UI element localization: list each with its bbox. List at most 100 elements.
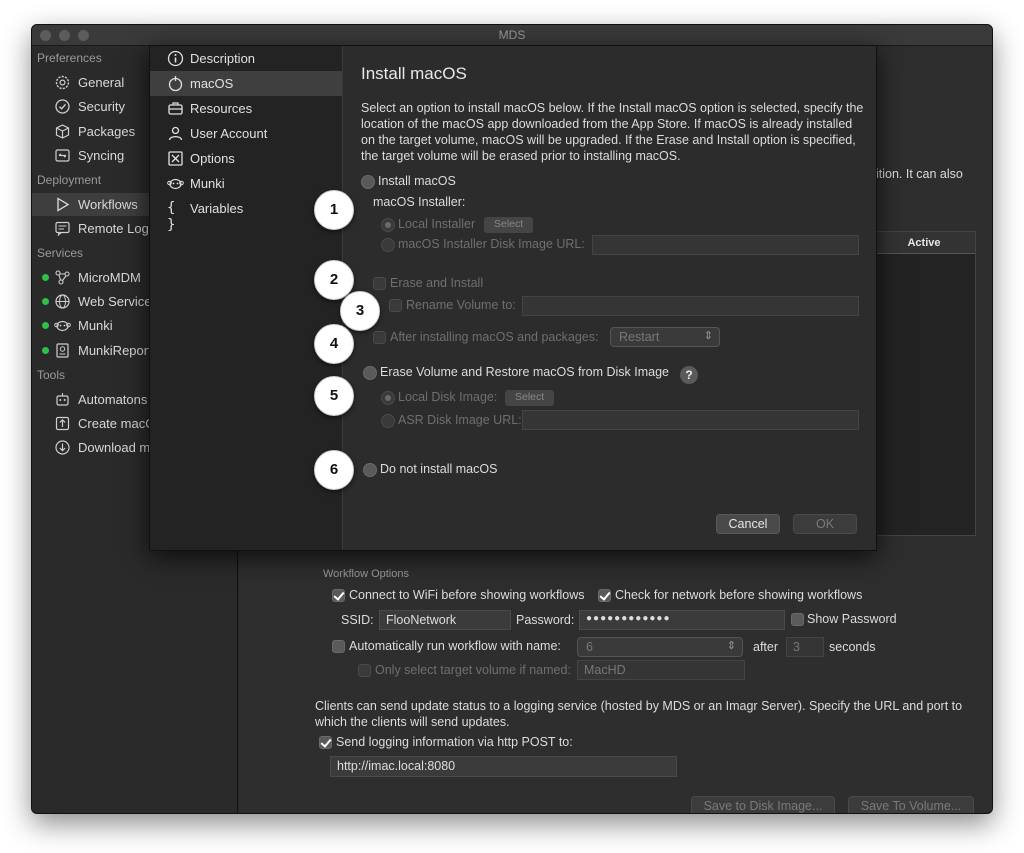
nav-item-description[interactable]: Description [150, 46, 342, 71]
updown-chevron-icon: ⇕ [726, 640, 736, 652]
connect-wifi-label: Connect to WiFi before showing workflows [349, 588, 585, 602]
ssid-field[interactable]: FlooNetwork [379, 610, 511, 630]
globe-icon [55, 294, 70, 309]
logging-url-field[interactable]: http://imac.local:8080 [330, 756, 677, 777]
workflows-table[interactable]: Active [872, 231, 976, 536]
nav-item-user-account[interactable]: User Account [150, 121, 342, 146]
after-seconds-field[interactable]: 3 [786, 637, 824, 657]
workflow-editor-sheet: Description macOS Resources User Account… [149, 45, 877, 551]
options-icon [168, 151, 183, 166]
password-field[interactable]: ●●●●●●●●●●●● [579, 610, 785, 630]
nav-item-label: User Account [190, 126, 268, 141]
logging-description: Clients can send update status to a logg… [315, 699, 963, 729]
sidebar-item-label: Packages [78, 124, 136, 139]
local-disk-image-radio[interactable] [381, 391, 395, 405]
erase-restore-radio[interactable] [363, 366, 377, 380]
callout-badge: 1 [314, 190, 354, 230]
sidebar-item-label: Download m [78, 440, 151, 455]
after-installing-popup[interactable]: Restart ⇕ [610, 327, 720, 347]
auto-run-value: 6 [586, 640, 593, 654]
after-label: after [753, 640, 779, 654]
sidebar-item-label: MicroMDM [78, 270, 141, 285]
send-logging-checkbox[interactable] [319, 736, 332, 749]
callout-badge: 6 [314, 450, 354, 490]
nav-item-label: macOS [190, 76, 234, 91]
download-icon [55, 440, 70, 455]
select-installer-button[interactable]: Select [484, 217, 534, 233]
network-icon [55, 270, 70, 285]
local-installer-label: Local Installer [398, 217, 476, 231]
pane-description: Select an option to install macOS below.… [361, 101, 864, 163]
report-icon [56, 343, 69, 358]
erase-install-checkbox[interactable] [373, 277, 386, 290]
section-services: Services [37, 246, 84, 260]
ssid-label: SSID: [341, 613, 374, 627]
workflow-options-label: Workflow Options [323, 568, 409, 580]
gear-icon [55, 75, 70, 90]
after-installing-label: After installing macOS and packages: [390, 330, 599, 344]
save-volume-button[interactable]: Save To Volume... [848, 796, 974, 813]
only-select-checkbox[interactable] [358, 664, 371, 677]
do-not-install-radio[interactable] [363, 463, 377, 477]
install-macos-label: Install macOS [378, 174, 456, 188]
callout-badge: 3 [340, 291, 380, 331]
briefcase-icon [168, 102, 183, 115]
rename-volume-checkbox[interactable] [389, 299, 402, 312]
munki-icon [167, 178, 184, 190]
nav-item-label: Resources [190, 101, 253, 116]
sidebar-item-label: Munki [78, 318, 113, 333]
macos-icon [168, 76, 183, 92]
connect-wifi-checkbox[interactable] [332, 589, 345, 602]
after-installing-checkbox[interactable] [373, 331, 386, 344]
sidebar-item-label: Remote Log [78, 221, 149, 236]
save-disk-image-button[interactable]: Save to Disk Image... [691, 796, 835, 813]
braces-icon: { } [167, 200, 176, 233]
nav-item-options[interactable]: Options [150, 146, 342, 171]
play-icon [57, 197, 70, 212]
sidebar-item-label: Security [78, 99, 125, 114]
sidebar-item-label: General [78, 75, 125, 90]
window-title: MDS [498, 28, 526, 42]
status-indicator [42, 322, 49, 329]
info-icon [167, 50, 184, 67]
rename-volume-label: Rename Volume to: [406, 298, 516, 312]
user-icon [168, 126, 183, 141]
nav-item-resources[interactable]: Resources [150, 96, 342, 121]
check-network-checkbox[interactable] [598, 589, 611, 602]
nav-item-label: Variables [190, 201, 244, 216]
sidebar-item-label: Web Service [78, 294, 152, 309]
ok-button[interactable]: OK [793, 514, 857, 534]
disk-image-url-label: macOS Installer Disk Image URL: [398, 237, 585, 251]
show-password-checkbox[interactable] [791, 613, 804, 626]
auto-run-checkbox[interactable] [332, 640, 345, 653]
nav-item-label: Munki [190, 176, 225, 191]
description-text-partial: ition. It can also [876, 167, 963, 181]
robot-icon [56, 393, 69, 406]
seconds-label: seconds [829, 640, 876, 654]
nav-item-macos[interactable]: macOS [150, 71, 342, 96]
section-deployment: Deployment [37, 173, 102, 187]
local-installer-radio[interactable] [381, 218, 395, 232]
nav-item-munki[interactable]: Munki [150, 171, 342, 196]
message-icon [55, 221, 70, 237]
package-icon [55, 124, 70, 139]
install-macos-radio[interactable] [361, 175, 375, 189]
rename-volume-field[interactable] [522, 296, 859, 316]
nav-item-label: Description [190, 51, 256, 66]
auto-run-workflow-popup[interactable]: 6 ⇕ [577, 637, 743, 657]
local-disk-image-label: Local Disk Image: [398, 390, 498, 404]
select-disk-image-button[interactable]: Select [505, 390, 555, 406]
sidebar-item-label: Workflows [78, 197, 138, 212]
help-icon[interactable]: ? [680, 366, 698, 384]
sync-icon [55, 149, 70, 162]
disk-image-url-radio[interactable] [381, 238, 395, 252]
cancel-button[interactable]: Cancel [716, 514, 780, 534]
install-macos-pane: Install macOS Select an option to instal… [344, 46, 876, 550]
asr-url-radio[interactable] [381, 414, 395, 428]
do-not-install-label: Do not install macOS [380, 462, 498, 476]
disk-image-url-field[interactable] [592, 235, 859, 255]
section-preferences: Preferences [37, 51, 102, 65]
target-volume-field[interactable]: MacHD [577, 660, 745, 680]
asr-url-field[interactable] [522, 410, 859, 430]
status-indicator [42, 298, 49, 305]
